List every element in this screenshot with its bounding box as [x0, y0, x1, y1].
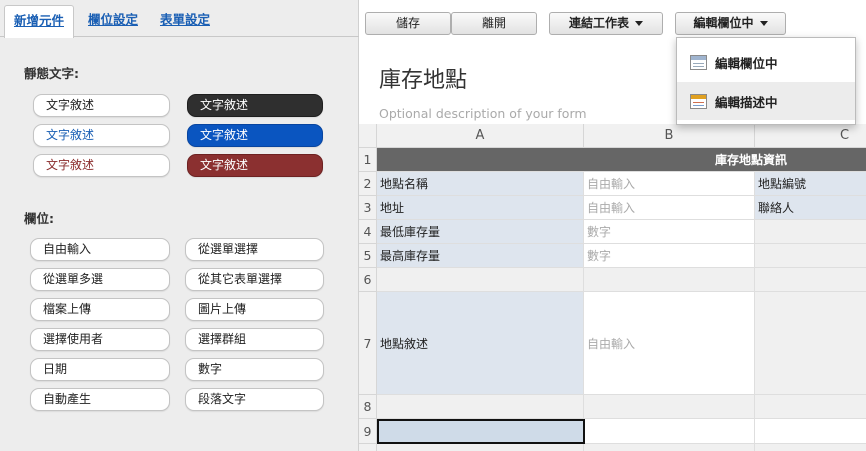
link-sheet-button[interactable]: 連結工作表	[549, 12, 663, 35]
fields-heading: 欄位:	[24, 211, 54, 226]
field-image-upload[interactable]: 圖片上傳	[185, 298, 324, 321]
tab-form-settings[interactable]: 表單設定	[152, 5, 218, 37]
cell-c8[interactable]	[755, 395, 866, 419]
cell-b10[interactable]	[584, 444, 755, 451]
cell-a7[interactable]: 地點敘述	[377, 292, 584, 395]
cell-b6[interactable]	[584, 268, 755, 292]
row-header-7[interactable]: 7	[359, 292, 377, 395]
row-header-5[interactable]: 5	[359, 244, 377, 268]
field-select[interactable]: 從選單選擇	[185, 238, 324, 261]
cell-a3[interactable]: 地址	[377, 196, 584, 220]
row-header-9[interactable]: 9	[359, 419, 377, 444]
column-header-b[interactable]: B	[584, 124, 755, 148]
menu-item-edit-description[interactable]: 編輯描述中	[677, 82, 855, 120]
tab-add-component[interactable]: 新增元件	[4, 5, 74, 38]
field-date[interactable]: 日期	[30, 358, 170, 381]
cell-c5[interactable]	[755, 244, 866, 268]
field-number[interactable]: 數字	[185, 358, 324, 381]
table-icon	[690, 54, 707, 70]
cell-a9-selected[interactable]	[377, 419, 585, 444]
row-header-10[interactable]: 10	[359, 444, 377, 451]
cell-a2[interactable]: 地點名稱	[377, 172, 584, 196]
field-file-upload[interactable]: 檔案上傳	[30, 298, 170, 321]
row-header-8[interactable]: 8	[359, 395, 377, 419]
cell-c9[interactable]	[755, 419, 866, 444]
cell-c4[interactable]	[755, 220, 866, 244]
cell-a8[interactable]	[377, 395, 584, 419]
column-header-a[interactable]: A	[377, 124, 584, 148]
static-text-red-text[interactable]: 文字敘述	[33, 154, 170, 177]
static-text-blue[interactable]: 文字敘述	[187, 124, 323, 147]
field-other-form-select[interactable]: 從其它表單選擇	[185, 268, 324, 291]
field-paragraph[interactable]: 段落文字	[185, 388, 324, 411]
cell-c2[interactable]: 地點編號	[755, 172, 866, 196]
toolbar: 儲存 離開 連結工作表 編輯欄位中	[359, 0, 866, 40]
panel-tabs: 新增元件 欄位設定 表單設定	[0, 0, 359, 38]
row-header-4[interactable]: 4	[359, 220, 377, 244]
row-header-6[interactable]: 6	[359, 268, 377, 292]
static-text-blue-text[interactable]: 文字敘述	[33, 124, 170, 147]
section-header-cell[interactable]: 庫存地點資訊	[377, 148, 866, 172]
grid-corner	[359, 124, 377, 148]
field-auto-generate[interactable]: 自動產生	[30, 388, 170, 411]
edit-field-dropdown-button[interactable]: 編輯欄位中	[675, 12, 786, 35]
cell-a10[interactable]	[377, 444, 584, 451]
row-header-2[interactable]: 2	[359, 172, 377, 196]
static-text-plain[interactable]: 文字敘述	[33, 94, 170, 117]
chevron-down-icon	[759, 21, 768, 26]
cell-b9[interactable]	[585, 419, 755, 444]
edit-field-label: 編輯欄位中	[693, 16, 754, 30]
cell-c6[interactable]	[755, 268, 866, 292]
row-header-3[interactable]: 3	[359, 196, 377, 220]
leave-button[interactable]: 離開	[451, 12, 537, 35]
field-multi-select[interactable]: 從選單多選	[30, 268, 170, 291]
cell-b2[interactable]: 自由輸入	[584, 172, 755, 196]
cell-b5[interactable]: 數字	[584, 244, 755, 268]
field-user-select[interactable]: 選擇使用者	[30, 328, 170, 351]
cell-a4[interactable]: 最低庫存量	[377, 220, 584, 244]
static-text-red[interactable]: 文字敘述	[187, 154, 323, 177]
menu-item-edit-description-label: 編輯描述中	[715, 94, 778, 110]
edit-field-dropdown-menu: 編輯欄位中 編輯描述中	[676, 37, 856, 125]
form-title[interactable]: 庫存地點	[379, 62, 467, 94]
static-text-dark[interactable]: 文字敘述	[187, 94, 323, 117]
static-text-heading: 靜態文字:	[24, 66, 79, 81]
chevron-down-icon	[635, 21, 643, 26]
cell-a5[interactable]: 最高庫存量	[377, 244, 584, 268]
cell-b7[interactable]: 自由輸入	[584, 292, 755, 395]
menu-item-edit-field[interactable]: 編輯欄位中	[677, 43, 855, 81]
table-color-icon	[690, 93, 707, 109]
cell-a6[interactable]	[377, 268, 584, 292]
form-description[interactable]: Optional description of your form	[379, 106, 587, 121]
field-free-input[interactable]: 自由輸入	[30, 238, 170, 261]
column-header-c[interactable]: C	[755, 124, 866, 148]
cell-c7[interactable]	[755, 292, 866, 395]
row-header-1[interactable]: 1	[359, 148, 377, 172]
save-button[interactable]: 儲存	[365, 12, 451, 35]
cell-c3[interactable]: 聯絡人	[755, 196, 866, 220]
link-sheet-label: 連結工作表	[568, 16, 629, 30]
tab-field-settings[interactable]: 欄位設定	[80, 5, 146, 37]
cell-b4[interactable]: 數字	[584, 220, 755, 244]
cell-b8[interactable]	[584, 395, 755, 419]
field-group-select[interactable]: 選擇群組	[185, 328, 324, 351]
cell-c10[interactable]	[755, 444, 866, 451]
component-panel: 新增元件 欄位設定 表單設定 靜態文字: 文字敘述 文字敘述 文字敘述 文字敘述…	[0, 0, 359, 451]
menu-item-edit-field-label: 編輯欄位中	[715, 55, 778, 71]
cell-b3[interactable]: 自由輸入	[584, 196, 755, 220]
